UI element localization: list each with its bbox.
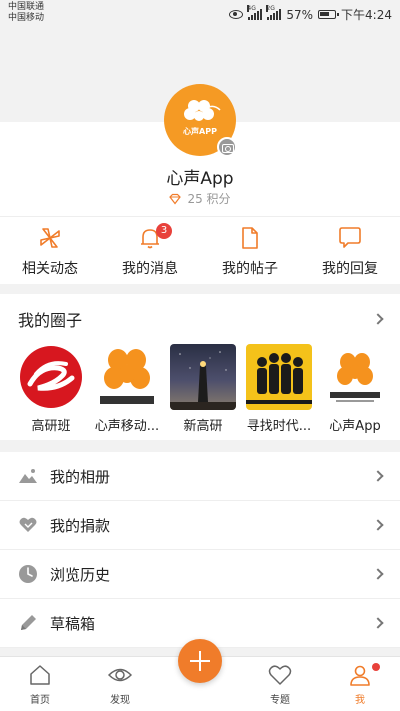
pinwheel-icon (40, 228, 60, 248)
orange-clover-logo-icon (100, 349, 154, 404)
unread-badge: 3 (156, 223, 172, 239)
circle-thumbnail (18, 344, 84, 410)
menu-label: 浏览历史 (50, 565, 111, 584)
circle-name: 高研班 (31, 419, 71, 434)
circle-name: 新高研 (183, 419, 223, 434)
action-label: 我的消息 (122, 261, 178, 277)
circle-item[interactable]: 心声移动... (94, 344, 160, 434)
action-label: 我的帖子 (222, 261, 278, 277)
person-icon (350, 665, 370, 686)
circle-thumbnail (170, 344, 236, 410)
handshake-heart-icon (19, 517, 37, 532)
action-related-updates[interactable]: 相关动态 (0, 217, 100, 284)
my-circles-section: 我的圈子 高研班 心声移动... 新高研 寻找时代... 心声App (0, 294, 400, 440)
notification-dot (372, 663, 380, 671)
action-my-messages[interactable]: 3 我的消息 (100, 217, 200, 284)
menu-label: 我的捐款 (50, 516, 111, 535)
chevron-right-icon (372, 617, 384, 629)
nav-me[interactable]: 我 (320, 657, 400, 711)
action-label: 我的回复 (322, 261, 378, 277)
circle-list: 高研班 心声移动... 新高研 寻找时代... 心声App (0, 344, 400, 434)
nav-label: 首页 (30, 695, 50, 706)
circle-thumbnail (246, 344, 312, 410)
carrier-unicom: 中国联通 (8, 2, 45, 12)
bottom-navigation: 首页 发现 专题 我 (0, 639, 400, 711)
user-name: 心声App (166, 169, 234, 189)
nav-discover[interactable]: 发现 (80, 657, 160, 711)
photo-icon (19, 469, 37, 483)
quick-actions: 相关动态 3 我的消息 我的帖子 我的回复 (0, 216, 400, 284)
circle-item[interactable]: 心声App (322, 344, 388, 434)
nav-label: 我 (355, 695, 365, 706)
menu-item-album[interactable]: 我的相册 (0, 452, 400, 501)
battery-icon (318, 10, 340, 19)
network-type-2: 2G (266, 5, 275, 12)
carrier-mobile: 中国移动 (8, 13, 45, 23)
circle-item[interactable]: 新高研 (170, 344, 236, 434)
heart-icon (268, 665, 292, 685)
action-label: 相关动态 (22, 261, 78, 277)
network-type-1: 4G (247, 5, 256, 12)
menu-item-history[interactable]: 浏览历史 (0, 550, 400, 599)
avatar-logo-text: 心声APP (183, 127, 217, 136)
chevron-right-icon (372, 568, 384, 580)
eye-icon (108, 668, 132, 682)
chevron-right-icon (372, 470, 384, 482)
orange-clover-logo-icon (330, 353, 380, 402)
menu-item-donation[interactable]: 我的捐款 (0, 501, 400, 550)
circle-item[interactable]: 寻找时代... (246, 344, 312, 434)
red-swirl-logo-icon (20, 346, 82, 408)
nav-publish[interactable] (160, 639, 240, 711)
chat-bubble-icon (339, 227, 361, 248)
my-circles-header[interactable]: 我的圈子 (0, 294, 400, 344)
action-my-replies[interactable]: 我的回复 (300, 217, 400, 284)
profile-menu: 我的相册 我的捐款 浏览历史 草稿箱 (0, 452, 400, 648)
points-value: 25 积分 (187, 192, 231, 206)
menu-label: 我的相册 (50, 467, 111, 486)
circle-name: 寻找时代... (246, 419, 312, 434)
circle-name: 心声移动... (94, 419, 160, 434)
nav-label: 发现 (110, 695, 130, 706)
home-icon (30, 665, 50, 685)
nav-home[interactable]: 首页 (0, 657, 80, 711)
people-silhouette-icon (246, 353, 312, 404)
action-my-posts[interactable]: 我的帖子 (200, 217, 300, 284)
nav-topics[interactable]: 专题 (240, 657, 320, 711)
points-row: 25 积分 (0, 190, 400, 207)
document-icon (242, 227, 258, 249)
chevron-right-icon (372, 519, 384, 531)
status-icons: 4G 2G 57% 下午4:24 (229, 5, 392, 23)
battery-percent: 57% (286, 7, 314, 22)
plus-icon[interactable] (178, 639, 222, 683)
signal-icon-2: 2G (266, 5, 282, 20)
status-bar: 中国联通 中国移动 4G 2G 57% 下午4:24 (0, 0, 400, 28)
circle-thumbnail (322, 344, 388, 410)
chevron-right-icon (372, 313, 384, 325)
circle-thumbnail (94, 344, 160, 410)
clock-time: 下午4:24 (341, 8, 392, 22)
section-title: 我的圈子 (18, 311, 83, 330)
menu-label: 草稿箱 (50, 614, 96, 633)
diamond-icon (169, 193, 182, 204)
nav-label: 专题 (270, 695, 290, 706)
carrier-info: 中国联通 中国移动 (8, 2, 44, 24)
eye-comfort-icon (229, 10, 244, 19)
lighthouse-night-icon (170, 351, 236, 410)
clock-icon (19, 565, 37, 583)
circle-item[interactable]: 高研班 (18, 344, 84, 434)
signal-icon: 4G (247, 5, 263, 20)
pencil-icon (21, 615, 36, 630)
camera-icon[interactable] (217, 137, 237, 157)
circle-name: 心声App (329, 419, 381, 434)
